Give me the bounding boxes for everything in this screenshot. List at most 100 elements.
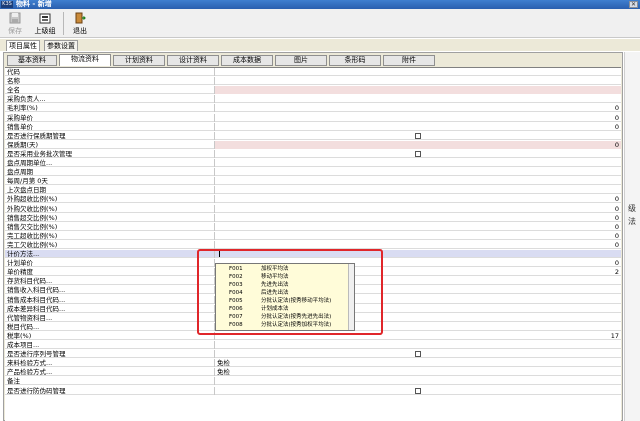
property-value[interactable] xyxy=(217,205,619,213)
property-row[interactable]: 采购负责人... xyxy=(5,95,621,104)
tab-parameter-settings[interactable]: 参数设置 xyxy=(44,40,78,51)
side-text-1: 级 xyxy=(628,204,636,213)
property-label: 是否进行防伪码管理 xyxy=(7,386,66,395)
property-row[interactable]: 备注 xyxy=(5,377,621,386)
property-checkbox[interactable] xyxy=(415,132,421,139)
property-row[interactable]: 盘点周期 xyxy=(5,168,621,177)
option-name: 移动平均法 xyxy=(261,274,289,280)
property-checkbox[interactable] xyxy=(415,351,421,358)
tab-planning-info[interactable]: 计划资料 xyxy=(113,55,165,66)
property-value[interactable] xyxy=(217,186,619,194)
property-label: 盘点周期 xyxy=(7,168,33,177)
option-name: 加权平均法 xyxy=(261,266,289,272)
tab-attachment[interactable]: 附件 xyxy=(383,55,435,66)
property-row[interactable]: 采购单价 0 xyxy=(5,113,621,122)
close-button[interactable]: ✕ xyxy=(629,1,638,8)
option-name: 分批认定法(按秀加权平均法) xyxy=(261,322,332,328)
property-value[interactable] xyxy=(217,377,619,385)
property-row[interactable]: 全名 xyxy=(5,86,621,95)
property-row[interactable]: 产品检验方式... 免检 xyxy=(5,368,621,377)
property-row[interactable]: 是否进行防伪码管理 xyxy=(5,386,621,395)
toolbar-separator xyxy=(63,12,64,35)
property-row[interactable]: 税率(%) 17 xyxy=(5,331,621,340)
property-value[interactable] xyxy=(217,250,619,258)
detail-tabs: 基本资料 物流资料 计划资料 设计资料 成本数据 图片 条形码 附件 xyxy=(5,54,621,66)
property-row[interactable]: 计价方法... xyxy=(5,250,621,258)
dropdown-option[interactable]: F005 分批认定法(按秀移动平均法) xyxy=(216,298,354,306)
property-row[interactable]: 完工超收比例(%) 0 xyxy=(5,231,621,240)
tab-barcode[interactable]: 条形码 xyxy=(329,55,381,66)
property-number: 0 xyxy=(614,113,619,122)
property-value[interactable] xyxy=(217,195,619,203)
dropdown-option[interactable]: F003 先进先出法 xyxy=(216,282,354,290)
property-value[interactable] xyxy=(215,140,621,149)
property-value[interactable] xyxy=(217,341,619,349)
property-value[interactable] xyxy=(217,177,619,185)
property-checkbox[interactable] xyxy=(415,150,421,157)
property-row[interactable]: 每周/月第 0天 xyxy=(5,177,621,186)
dropdown-option[interactable]: F002 移动平均法 xyxy=(216,274,354,282)
property-value[interactable] xyxy=(217,159,619,167)
property-row[interactable]: 来料检验方式... 免检 xyxy=(5,359,621,368)
property-value[interactable]: 免检 xyxy=(217,359,619,367)
property-checkbox[interactable] xyxy=(415,387,421,394)
dropdown-option[interactable]: F001 加权平均法 xyxy=(216,266,354,274)
property-value[interactable] xyxy=(217,123,619,131)
property-value[interactable] xyxy=(217,241,619,249)
property-row[interactable]: 盘点周期单位... xyxy=(5,159,621,167)
property-row[interactable]: 销售单价 0 xyxy=(5,122,621,131)
dropdown-option[interactable]: F008 分批认定法(按秀加权平均法) xyxy=(216,322,354,330)
exit-button[interactable]: 退出 xyxy=(68,12,92,36)
property-row[interactable]: 成本项目... xyxy=(5,341,621,349)
property-row[interactable]: 外购欠收比例(%) 0 xyxy=(5,204,621,213)
right-scrollbar[interactable] xyxy=(624,52,640,421)
property-label: 成本项目... xyxy=(7,341,40,349)
property-value[interactable] xyxy=(217,223,619,231)
property-row[interactable]: 是否进行保质期管理 xyxy=(5,131,621,140)
property-value[interactable] xyxy=(215,86,621,95)
property-row[interactable]: 上次盘点日期 xyxy=(5,186,621,195)
property-label: 上次盘点日期 xyxy=(7,186,46,195)
tab-design-info[interactable]: 设计资料 xyxy=(167,55,219,66)
tab-cost-data[interactable]: 成本数据 xyxy=(221,55,273,66)
property-row[interactable]: 毛利率(%) 0 xyxy=(5,104,621,113)
dropdown-option[interactable]: F007 分批认定法(按秀先进先出法) xyxy=(216,314,354,322)
option-name: 先进先出法 xyxy=(261,282,289,288)
property-label: 采购负责人... xyxy=(7,95,46,104)
tab-image[interactable]: 图片 xyxy=(275,55,327,66)
property-row[interactable]: 销售超交比例(%) 0 xyxy=(5,213,621,222)
property-value[interactable] xyxy=(217,168,619,176)
column-divider xyxy=(214,377,215,386)
property-label: 计价方法... xyxy=(7,250,40,258)
option-name: 后进先出法 xyxy=(261,290,289,296)
save-button[interactable]: 保存 xyxy=(4,12,26,36)
property-row[interactable]: 外购超收比例(%) 0 xyxy=(5,195,621,204)
property-value[interactable] xyxy=(217,95,619,103)
property-value[interactable] xyxy=(217,114,619,122)
property-row[interactable]: 销售欠交比例(%) 0 xyxy=(5,222,621,231)
property-value[interactable] xyxy=(217,68,619,76)
property-row[interactable]: 保质期(天) 0 xyxy=(5,140,621,149)
property-value[interactable] xyxy=(217,77,619,85)
property-row[interactable]: 代码 xyxy=(5,68,621,76)
property-row[interactable]: 是否采用业务批次管理 xyxy=(5,149,621,158)
tab-basic-info[interactable]: 基本资料 xyxy=(7,55,57,66)
tab-logistics-info[interactable]: 物流资料 xyxy=(59,54,111,66)
property-row[interactable]: 名称 xyxy=(5,77,621,86)
property-value[interactable] xyxy=(217,214,619,222)
property-row[interactable]: 是否进行序列号管理 xyxy=(5,350,621,359)
property-value[interactable] xyxy=(217,104,619,112)
option-code: F004 xyxy=(229,290,243,296)
column-divider xyxy=(214,331,215,340)
property-number: 2 xyxy=(614,268,619,277)
property-value[interactable] xyxy=(217,332,619,340)
dropdown-option[interactable]: F004 后进先出法 xyxy=(216,290,354,298)
parent-group-button[interactable]: 上级组 xyxy=(30,12,60,36)
property-value[interactable] xyxy=(217,232,619,240)
tab-item-properties[interactable]: 项目属性 xyxy=(6,40,40,51)
column-divider xyxy=(214,122,215,131)
valuation-method-dropdown[interactable]: F001 加权平均法 F002 移动平均法 F003 先进先出法 F004 后进先出法 F005… xyxy=(215,263,355,331)
property-value[interactable]: 免检 xyxy=(217,368,619,376)
dropdown-option[interactable]: F006 计划成本法 xyxy=(216,306,354,314)
property-row[interactable]: 完工欠收比例(%) 0 xyxy=(5,240,621,249)
